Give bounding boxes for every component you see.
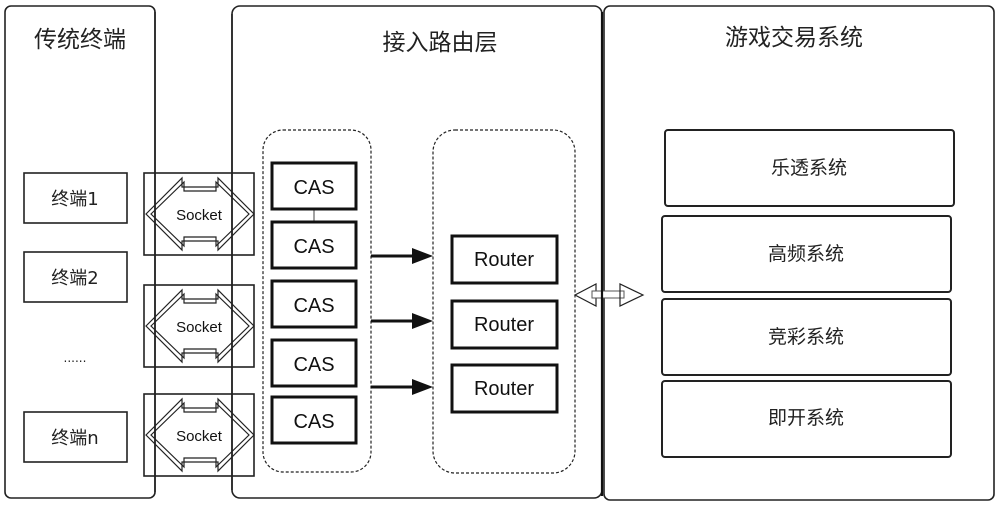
cas-node[interactable]: CAS: [270, 338, 358, 388]
cas-label: CAS: [293, 236, 334, 258]
router-label: Router: [474, 378, 534, 400]
router-label: Router: [474, 314, 534, 336]
terminal-label-2: 终端2: [51, 268, 98, 289]
cas-label: CAS: [293, 177, 334, 199]
system-label: 乐透系统: [771, 157, 847, 179]
socket-label: Socket: [176, 207, 223, 224]
cas-node[interactable]: CAS: [270, 161, 358, 211]
system-label: 竞彩系统: [768, 326, 844, 348]
router-label: Router: [474, 249, 534, 271]
socket-label: Socket: [176, 319, 223, 336]
terminal-label-1: 终端1: [51, 189, 98, 210]
cas-label: CAS: [293, 411, 334, 433]
architecture-diagram: 传统终端 终端1 终端2 ...... 终端n 接入路由层 CAS CAS CA…: [4, 5, 995, 501]
cas-node[interactable]: CAS: [270, 279, 358, 329]
cas-label: CAS: [293, 295, 334, 317]
routing-panel-title: 接入路由层: [383, 30, 498, 56]
system-label: 即开系统: [768, 407, 844, 429]
panel-game-trading-system: 游戏交易系统 乐透系统 高频系统 竞彩系统 即开系统: [603, 5, 995, 501]
system-box-high-frequency[interactable]: 高频系统: [661, 215, 952, 293]
terminal-label-n: 终端n: [51, 428, 98, 449]
panel-traditional-terminals: 传统终端 终端1 终端2 ...... 终端n: [4, 5, 156, 499]
socket-label: Socket: [176, 428, 223, 445]
system-box-instant[interactable]: 即开系统: [661, 380, 952, 458]
router-node[interactable]: Router: [450, 299, 559, 350]
cas-label: CAS: [293, 354, 334, 376]
router-node[interactable]: Router: [450, 363, 559, 414]
router-node[interactable]: Router: [450, 234, 559, 285]
panel-access-routing-layer: 接入路由层 CAS CAS CAS CAS CAS Router Router …: [231, 5, 603, 499]
system-box-sports-lottery[interactable]: 竞彩系统: [661, 298, 952, 376]
cas-node[interactable]: CAS: [270, 220, 358, 270]
trading-panel-title: 游戏交易系统: [725, 25, 863, 51]
system-label: 高频系统: [768, 243, 844, 265]
system-box-lotto[interactable]: 乐透系统: [664, 129, 955, 207]
cas-node[interactable]: CAS: [270, 395, 358, 445]
terminals-panel-title: 传统终端: [34, 27, 126, 53]
terminal-ellipsis: ......: [64, 351, 87, 365]
